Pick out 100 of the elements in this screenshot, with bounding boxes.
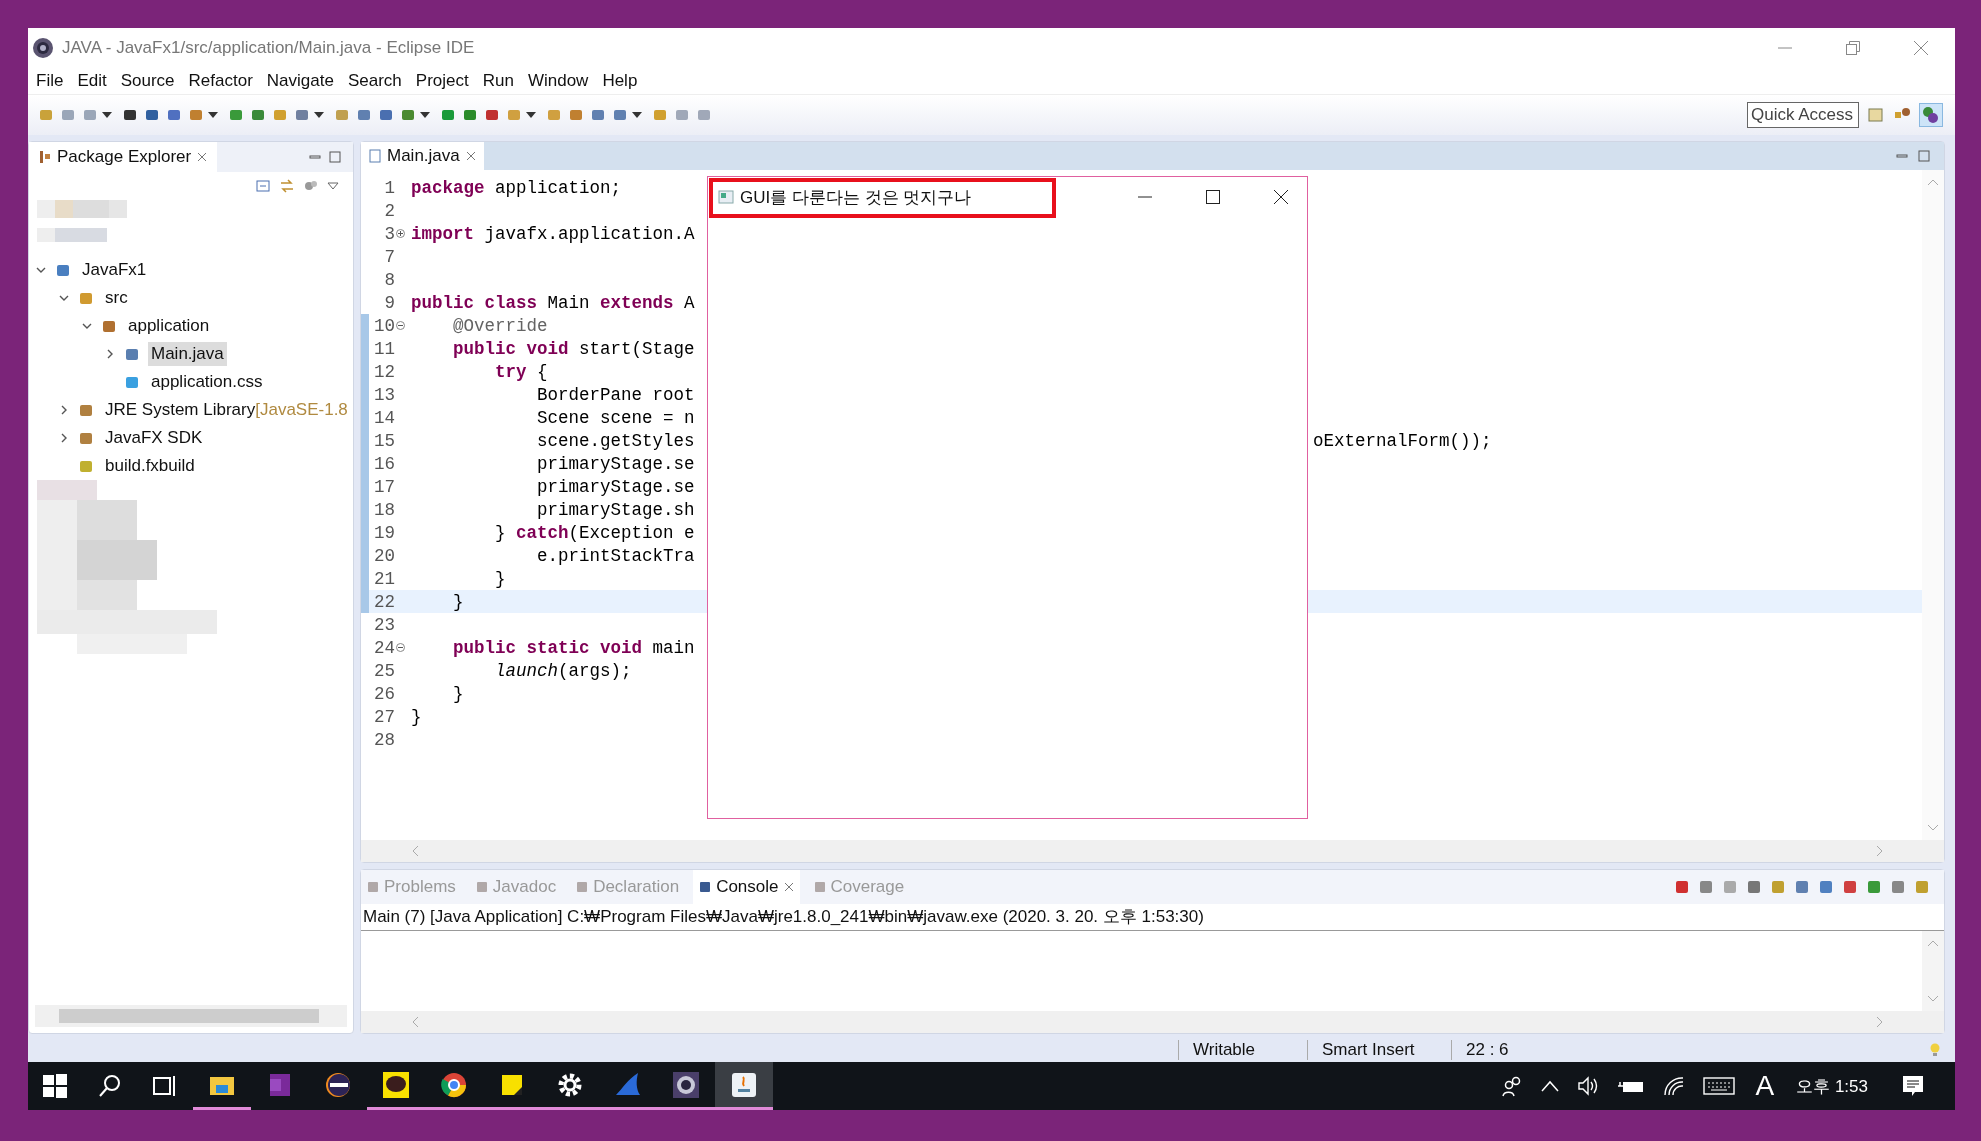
view-icon <box>367 881 379 893</box>
code-line: primaryStage.se <box>536 453 695 474</box>
menu-item[interactable]: Navigate <box>266 71 334 91</box>
console-toolbar-icon[interactable] <box>1842 879 1858 895</box>
code-line: package application; <box>411 177 622 198</box>
menu-item[interactable]: Help <box>602 71 638 91</box>
fold-icon[interactable] <box>396 643 405 652</box>
tree-item[interactable]: src <box>102 286 131 310</box>
horizontal-scrollbar[interactable] <box>361 1011 1944 1033</box>
status-field: Writable <box>1178 1040 1307 1060</box>
fold-icon[interactable] <box>396 321 405 330</box>
line-number: 18 <box>373 499 395 520</box>
scroll-up-icon[interactable] <box>1927 178 1939 186</box>
vertical-scrollbar[interactable] <box>1922 931 1944 1011</box>
people-icon[interactable] <box>1500 1075 1523 1097</box>
editor-tab[interactable]: Main.java <box>361 142 484 170</box>
code-line: @Override <box>452 315 548 336</box>
console-toolbar-icon[interactable] <box>1794 879 1810 895</box>
menu-item[interactable]: Edit <box>77 71 107 91</box>
line-number: 2 <box>383 200 395 221</box>
scroll-left-icon[interactable] <box>411 1016 419 1028</box>
maximize-icon[interactable] <box>1205 189 1221 205</box>
package-explorer-tab[interactable]: Package Explorer <box>29 142 218 172</box>
tree-item[interactable]: JavaFX SDK <box>102 426 206 450</box>
input-mode-indicator[interactable]: A <box>1755 1070 1775 1102</box>
scroll-left-icon[interactable] <box>411 845 419 857</box>
wifi-icon[interactable] <box>1662 1076 1685 1096</box>
line-number: 9 <box>383 292 395 313</box>
menu-item[interactable]: Source <box>120 71 175 91</box>
console-toolbar-icon[interactable] <box>1818 879 1834 895</box>
caret-icon[interactable] <box>526 112 536 118</box>
scroll-down-icon[interactable] <box>1927 824 1939 832</box>
caret-icon[interactable] <box>632 112 642 118</box>
scroll-up-icon[interactable] <box>1927 939 1939 947</box>
console-toolbar-icon[interactable] <box>1890 879 1906 895</box>
clock[interactable]: 오후 1:53 <box>1796 1074 1868 1098</box>
console-toolbar-icon[interactable] <box>1914 879 1930 895</box>
restore-icon[interactable] <box>1845 40 1861 56</box>
package-icon <box>39 150 51 164</box>
project-folder-icon <box>55 262 71 278</box>
line-number: 3 <box>383 223 395 244</box>
line-number: 10 <box>373 315 395 336</box>
toolbar-icon[interactable] <box>122 107 138 123</box>
menu-item[interactable]: Window <box>527 71 589 91</box>
quick-access-field[interactable]: Quick Access <box>1747 102 1859 128</box>
fold-icon[interactable] <box>396 229 405 238</box>
view-menu-icon[interactable] <box>327 182 339 190</box>
caret-icon[interactable] <box>420 112 430 118</box>
view-tab[interactable]: Console <box>693 870 800 904</box>
menu-item[interactable]: Project <box>415 71 469 91</box>
perspective-icon[interactable] <box>1867 106 1885 124</box>
tree-item[interactable]: JRE System Library[JavaSE-1.8 <box>102 398 351 422</box>
java-perspective-icon[interactable] <box>1919 103 1943 127</box>
scroll-right-icon[interactable] <box>1876 1016 1884 1028</box>
vertical-scrollbar[interactable] <box>1922 170 1944 840</box>
line-number: 27 <box>373 706 395 727</box>
console-toolbar-icon[interactable] <box>1722 879 1738 895</box>
line-number: 23 <box>373 614 395 635</box>
library-icon <box>78 430 94 446</box>
console-toolbar-icon[interactable] <box>1746 879 1762 895</box>
view-icon <box>576 881 589 893</box>
code-line: public void start(Stage <box>452 338 695 359</box>
keyboard-icon[interactable] <box>1702 1076 1735 1096</box>
collapse-all-icon[interactable] <box>255 178 271 194</box>
caret-icon[interactable] <box>314 112 324 118</box>
horizontal-scrollbar[interactable] <box>361 840 1944 862</box>
menu-item[interactable]: Run <box>482 71 514 91</box>
tree-item[interactable]: application <box>125 314 213 338</box>
close-icon[interactable] <box>1273 189 1289 205</box>
chevron-up-icon[interactable] <box>1540 1080 1559 1092</box>
search-icon[interactable] <box>97 1073 123 1099</box>
windows-start-icon[interactable] <box>42 1073 68 1099</box>
console-toolbar-icon[interactable] <box>1674 879 1690 895</box>
caret-icon[interactable] <box>102 112 112 118</box>
tree-item[interactable]: application.css <box>148 370 266 394</box>
code-line: } <box>411 706 422 727</box>
horizontal-scrollbar[interactable] <box>35 1005 347 1027</box>
toolbar-icon[interactable] <box>484 107 500 123</box>
menu-item[interactable]: File <box>36 71 64 91</box>
dialog-title: GUI를 다룬다는 것은 멋지구나 <box>740 186 972 209</box>
tree-item[interactable]: build.fxbuild <box>102 454 198 478</box>
menu-item[interactable]: Refactor <box>188 71 253 91</box>
console-toolbar-icon[interactable] <box>1770 879 1786 895</box>
caret-icon[interactable] <box>208 112 218 118</box>
code-line: try { <box>494 361 548 382</box>
taskbar-app[interactable] <box>715 1062 773 1110</box>
source-folder-icon <box>78 290 94 306</box>
volume-icon[interactable] <box>1576 1076 1599 1096</box>
toolbar-icon[interactable] <box>144 107 160 123</box>
link-icon[interactable] <box>279 178 295 194</box>
lightbulb-icon <box>1929 1042 1941 1058</box>
tree-item[interactable]: Main.java <box>148 342 227 366</box>
task-view-icon[interactable] <box>152 1073 178 1099</box>
scroll-right-icon[interactable] <box>1876 845 1884 857</box>
console-toolbar-icon[interactable] <box>1698 879 1714 895</box>
notification-icon[interactable] <box>1901 1074 1925 1098</box>
console-toolbar-icon[interactable] <box>1866 879 1882 895</box>
tree-item[interactable]: JavaFx1 <box>79 258 150 282</box>
menu-item[interactable]: Search <box>347 71 402 91</box>
scroll-down-icon[interactable] <box>1927 995 1939 1003</box>
